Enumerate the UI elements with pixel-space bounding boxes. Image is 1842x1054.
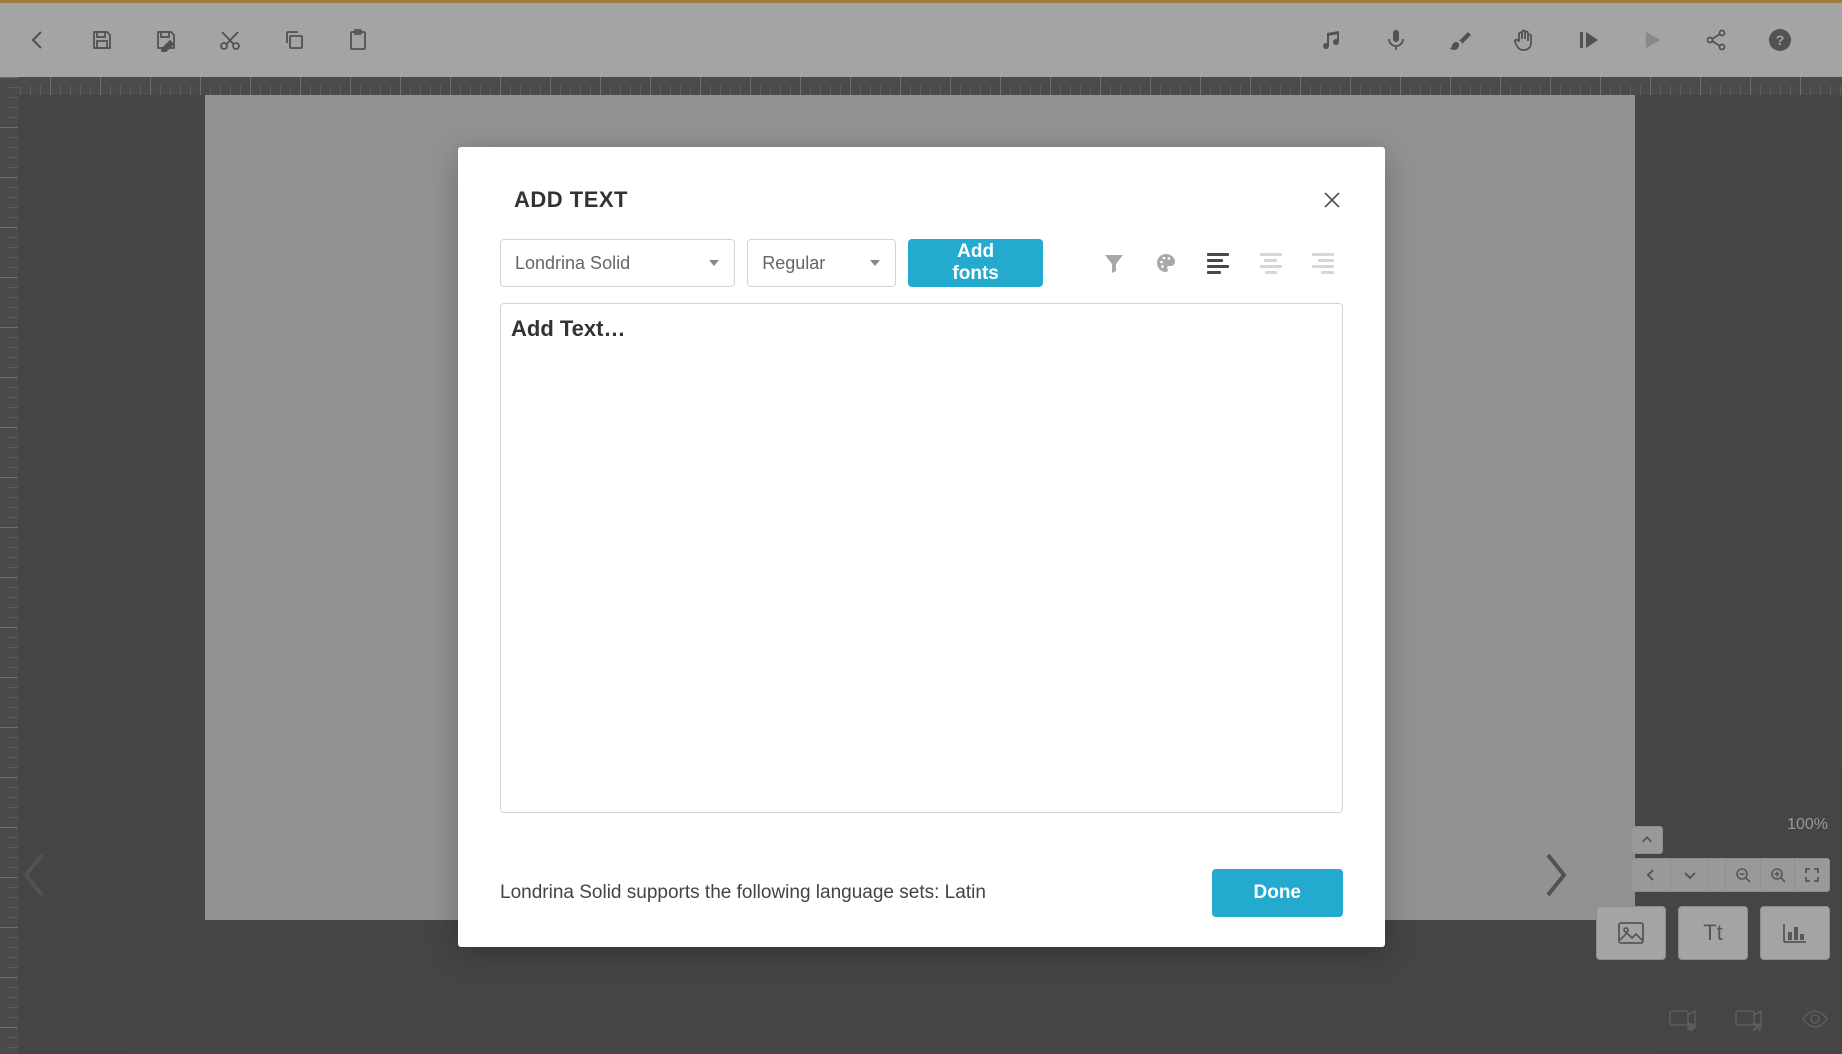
align-right-icon[interactable]: [1309, 248, 1337, 278]
save-as-icon[interactable]: [146, 20, 186, 60]
next-slide-button[interactable]: [1540, 851, 1572, 899]
color-palette-icon[interactable]: [1152, 248, 1180, 278]
insert-chart-button[interactable]: [1760, 906, 1830, 960]
play-from-icon[interactable]: [1568, 20, 1608, 60]
video-delete-icon[interactable]: [1734, 1006, 1764, 1032]
hand-icon[interactable]: [1504, 20, 1544, 60]
zoom-out-button[interactable]: [1726, 859, 1761, 891]
video-action-icons: [1668, 1006, 1830, 1032]
font-support-text: Londrina Solid supports the following la…: [500, 882, 986, 904]
nav-prev-button[interactable]: [1632, 859, 1671, 891]
share-icon[interactable]: [1696, 20, 1736, 60]
svg-text:?: ?: [1776, 32, 1785, 48]
main-toolbar: ?: [0, 3, 1842, 77]
chevron-down-icon: [869, 253, 881, 274]
modal-header: ADD TEXT: [500, 187, 1343, 213]
insert-text-button[interactable]: Tt: [1678, 906, 1748, 960]
music-icon[interactable]: [1312, 20, 1352, 60]
add-text-modal: ADD TEXT Londrina Solid Regular Add font…: [458, 147, 1385, 947]
paste-icon[interactable]: [338, 20, 378, 60]
modal-footer: Londrina Solid supports the following la…: [500, 839, 1343, 917]
align-center-icon[interactable]: [1257, 248, 1285, 278]
nav-down-button[interactable]: [1671, 859, 1710, 891]
cut-icon[interactable]: [210, 20, 250, 60]
play-icon[interactable]: [1632, 20, 1672, 60]
font-family-value: Londrina Solid: [515, 253, 630, 274]
insert-image-button[interactable]: [1596, 906, 1666, 960]
font-style-dropdown[interactable]: Regular: [747, 239, 896, 287]
filter-icon[interactable]: [1100, 248, 1128, 278]
align-left-icon[interactable]: [1204, 248, 1232, 278]
back-icon[interactable]: [18, 20, 58, 60]
fit-screen-button[interactable]: [1795, 859, 1829, 891]
add-fonts-label: Add fonts: [934, 241, 1017, 285]
font-controls-row: Londrina Solid Regular Add fonts: [500, 239, 1343, 287]
insert-action-buttons: Tt: [1596, 906, 1830, 960]
insert-text-label: Tt: [1703, 920, 1723, 946]
prev-slide-button[interactable]: [18, 851, 50, 899]
vertical-ruler: [0, 77, 18, 1054]
help-icon[interactable]: ?: [1760, 20, 1800, 60]
zoom-in-button[interactable]: [1761, 859, 1796, 891]
close-icon[interactable]: [1321, 189, 1343, 211]
text-input-area[interactable]: Add Text…: [500, 303, 1343, 813]
mic-icon[interactable]: [1376, 20, 1416, 60]
brush-icon[interactable]: [1440, 20, 1480, 60]
preview-eye-icon[interactable]: [1800, 1006, 1830, 1032]
text-placeholder: Add Text…: [511, 316, 1332, 342]
done-button[interactable]: Done: [1212, 869, 1344, 917]
chevron-down-icon: [708, 253, 720, 274]
video-record-icon[interactable]: [1668, 1006, 1698, 1032]
font-style-value: Regular: [762, 253, 825, 274]
save-icon[interactable]: [82, 20, 122, 60]
panel-collapse-toggle[interactable]: [1631, 826, 1663, 854]
horizontal-ruler: [0, 77, 1842, 95]
done-label: Done: [1254, 882, 1302, 903]
copy-icon[interactable]: [274, 20, 314, 60]
font-family-dropdown[interactable]: Londrina Solid: [500, 239, 735, 287]
modal-title: ADD TEXT: [514, 187, 628, 213]
zoom-percent-label: 100%: [1787, 816, 1828, 834]
zoom-pane: [1725, 858, 1830, 892]
add-fonts-button[interactable]: Add fonts: [908, 239, 1043, 287]
